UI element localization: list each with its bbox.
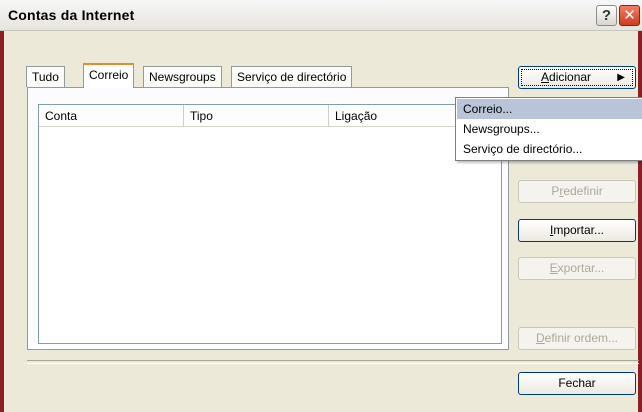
- close-window-button[interactable]: ✕: [619, 5, 640, 26]
- set-default-button[interactable]: Predefinir: [518, 180, 636, 203]
- column-header-type[interactable]: Tipo: [184, 105, 329, 126]
- menu-item-directory-service[interactable]: Serviço de directório...: [457, 139, 642, 159]
- set-order-rest: efinir ordem...: [544, 331, 619, 345]
- internet-accounts-dialog: Contas da Internet ? ✕ Tudo Correio News…: [0, 0, 642, 412]
- set-order-accel: D: [535, 331, 545, 345]
- tab-panel: Conta Tipo Ligação: [27, 87, 509, 350]
- add-dropdown-menu: Correio... Newsgroups... Serviço de dire…: [455, 97, 642, 161]
- import-rest: mportar...: [553, 223, 605, 237]
- export-rest: xportar...: [557, 261, 605, 275]
- tab-directory-service[interactable]: Serviço de directório: [231, 66, 353, 87]
- close-button[interactable]: Fechar: [518, 372, 636, 395]
- help-button[interactable]: ?: [596, 5, 617, 26]
- add-button[interactable]: Adicionar ▶: [518, 66, 636, 89]
- import-button[interactable]: Importar...: [518, 219, 636, 242]
- column-header-account[interactable]: Conta: [39, 105, 184, 126]
- column-header-connection[interactable]: Ligação: [329, 105, 474, 126]
- set-order-button[interactable]: Definir ordem...: [518, 327, 636, 350]
- export-accel: E: [549, 261, 558, 275]
- title-bar[interactable]: Contas da Internet ? ✕: [0, 0, 642, 31]
- accounts-list[interactable]: Conta Tipo Ligação: [38, 104, 502, 344]
- menu-item-newsgroups[interactable]: Newsgroups...: [457, 119, 642, 139]
- tab-newsgroups[interactable]: Newsgroups: [143, 66, 222, 87]
- tab-mail[interactable]: Correio: [83, 63, 135, 88]
- menu-item-mail[interactable]: Correio...: [457, 99, 642, 119]
- set-default-rest: edefinir: [563, 184, 603, 198]
- dialog-title: Contas da Internet: [8, 7, 135, 23]
- add-button-rest: dicionar: [549, 70, 592, 84]
- add-button-accel: A: [541, 70, 550, 84]
- export-button[interactable]: Exportar...: [518, 257, 636, 280]
- list-header: Conta Tipo Ligação: [39, 105, 501, 127]
- tab-all[interactable]: Tudo: [26, 66, 65, 87]
- submenu-arrow-icon: ▶: [617, 72, 625, 83]
- bottom-separator: [27, 360, 639, 364]
